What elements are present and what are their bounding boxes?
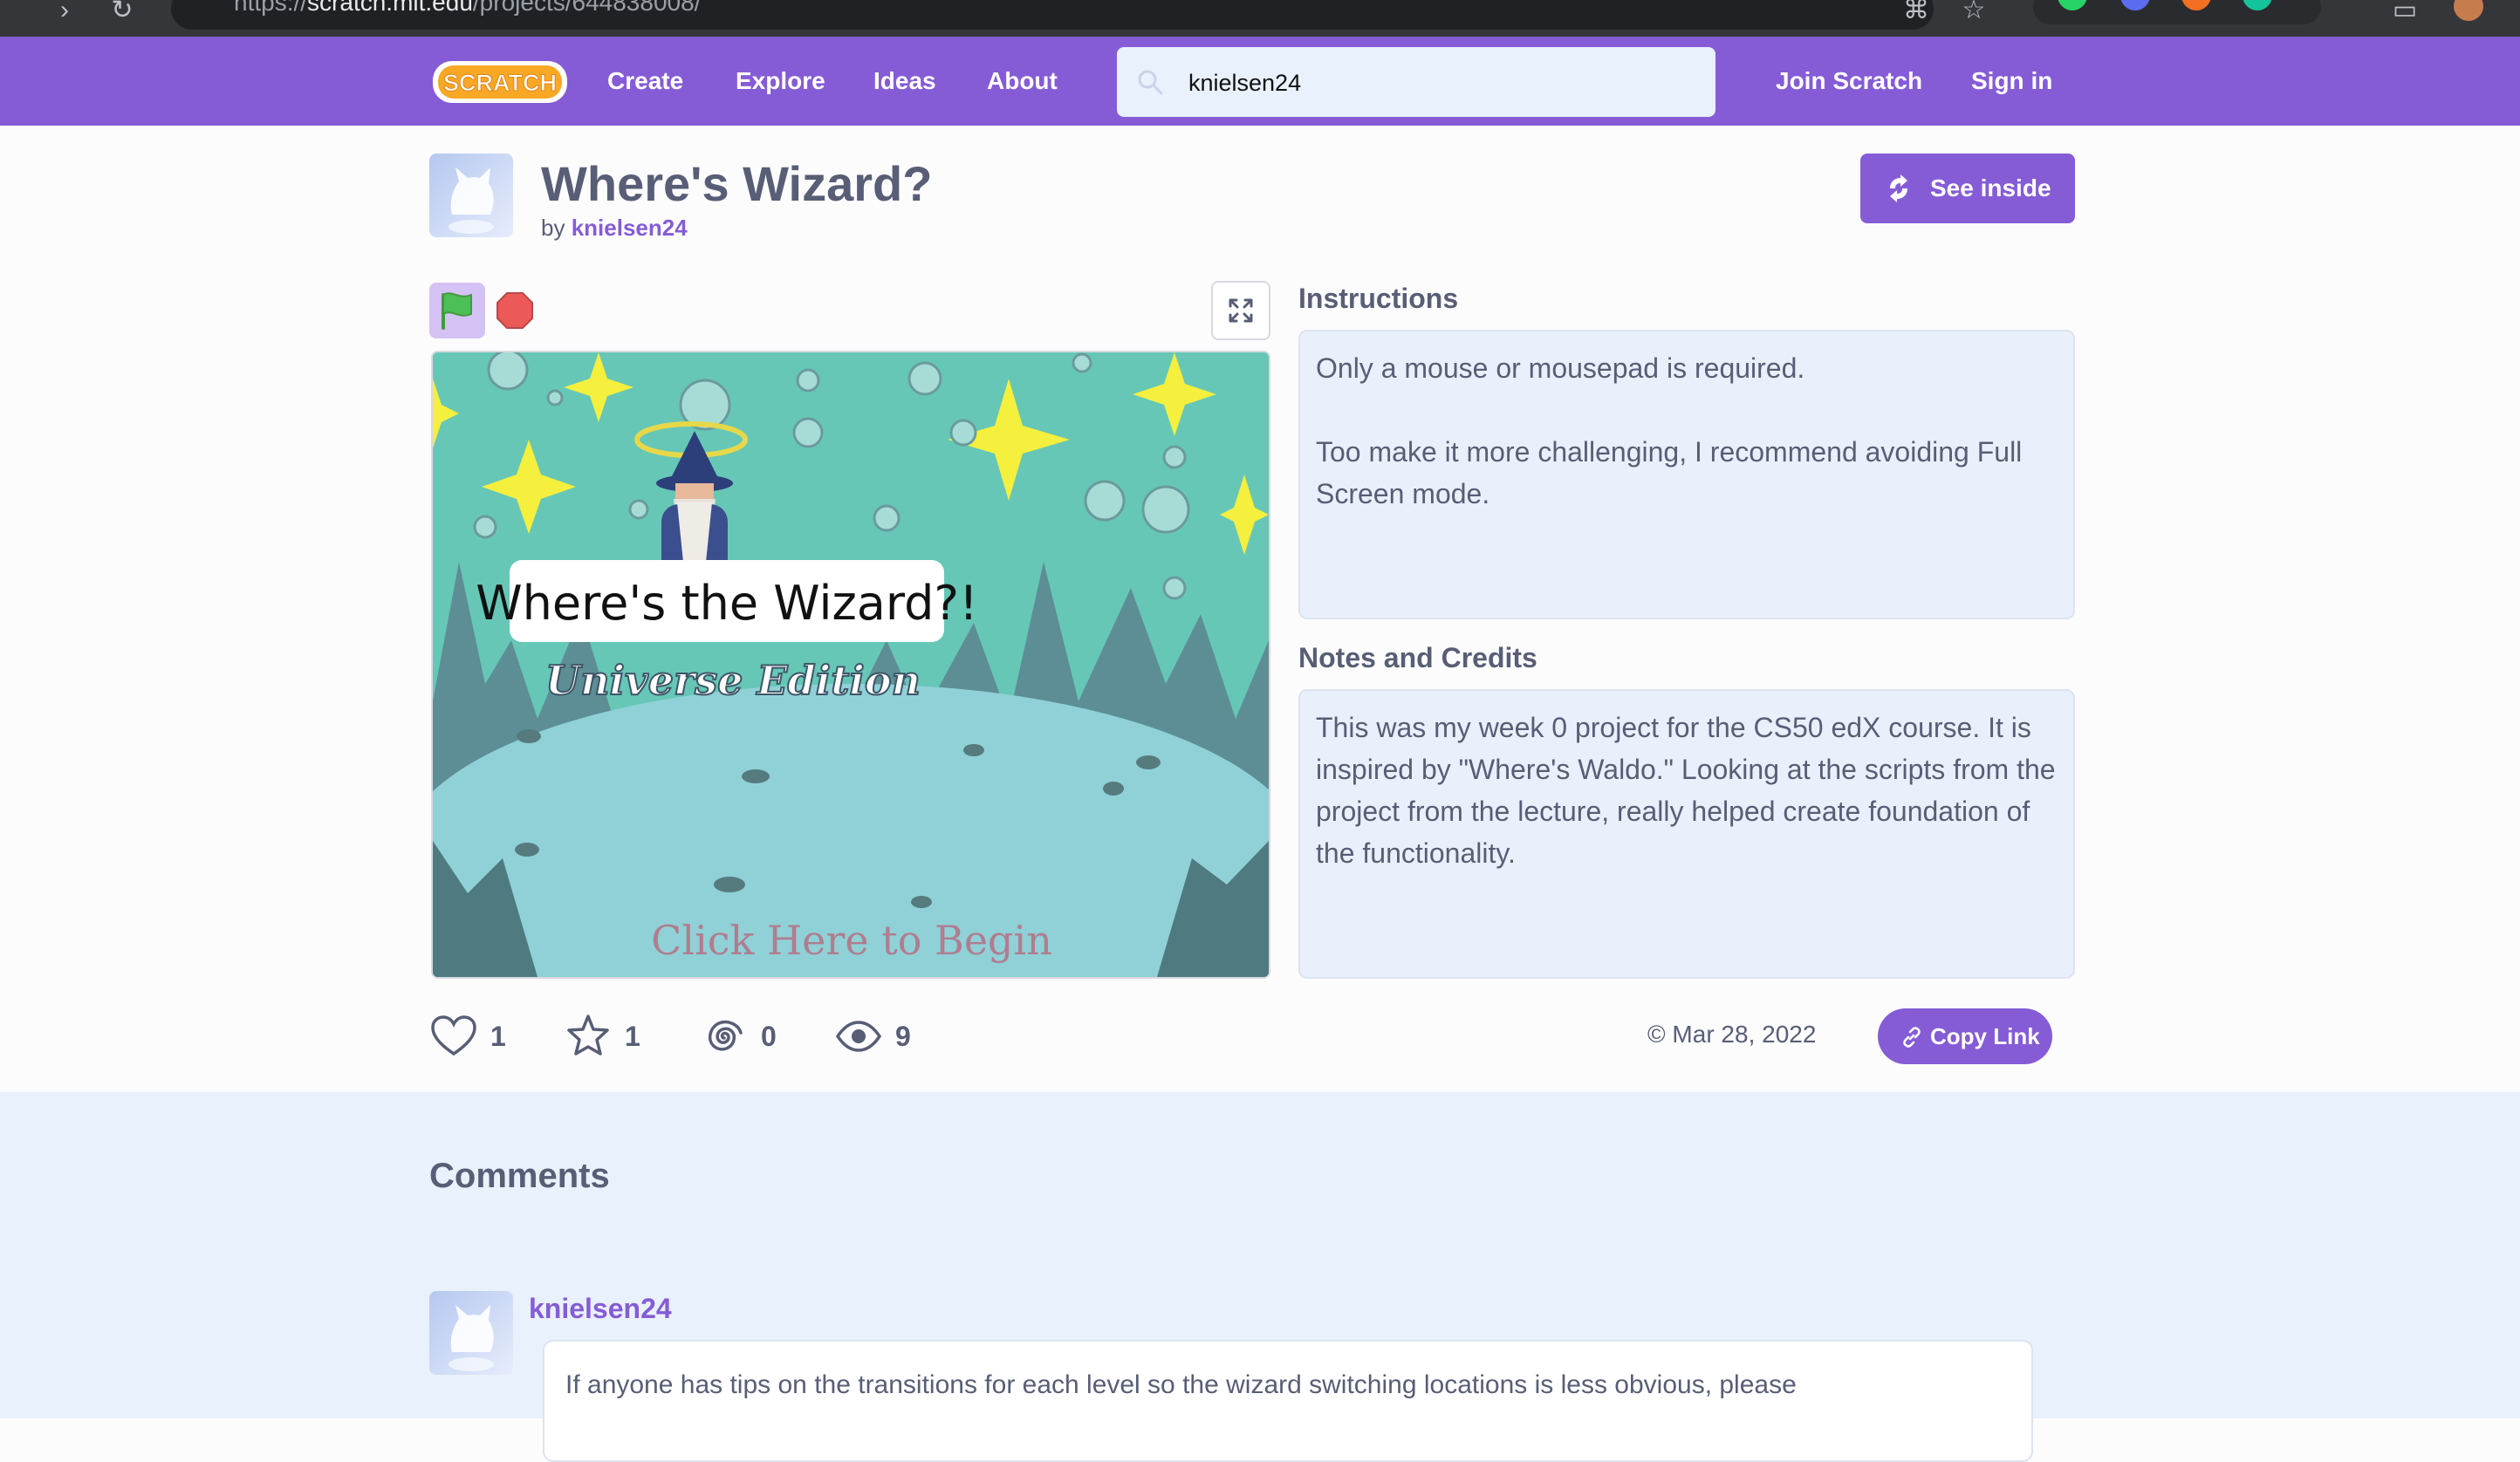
url-path: /projects/644838008/ [472,0,702,16]
cat-icon [449,1305,494,1371]
stop-sign-icon[interactable] [496,291,534,330]
copy-link-label: Copy Link [1930,1023,2040,1049]
fullscreen-icon [1229,298,1253,323]
views-count: 9 [895,1021,911,1052]
nav-about[interactable]: About [987,66,1058,96]
see-inside-icon [1890,174,1907,202]
star-outline-icon [567,1015,609,1056]
profile-avatar-icon[interactable] [2454,0,2483,21]
copy-link-button[interactable]: Copy Link [1878,1008,2052,1064]
date-text: Mar 28, 2022 [1672,1021,1817,1048]
orange-extension-icon[interactable] [2181,0,2211,10]
address-bar[interactable]: https://scratch.mit.edu/projects/6448380… [171,0,1934,30]
join-scratch-link[interactable]: Join Scratch [1776,66,1922,96]
fullscreen-button[interactable] [1211,281,1270,340]
remix-count: 0 [761,1021,777,1052]
instructions-paragraph: Only a mouse or mousepad is required. [1316,352,1805,384]
green-flag-icon [442,292,472,330]
link-icon [1903,1027,1921,1048]
nav-ideas[interactable]: Ideas [873,66,936,96]
sign-in-link[interactable]: Sign in [1971,66,2052,96]
remix-spiral-icon [708,1020,743,1051]
see-inside-label: See inside [1930,174,2051,202]
nav-create[interactable]: Create [607,66,683,96]
url-prefix: https:// [234,0,308,16]
nav-explore[interactable]: Explore [736,66,825,96]
author-avatar[interactable] [429,154,513,237]
stage-subtitle-text: Universe Edition [545,657,921,704]
notes-text: This was my week 0 project for the CS50 … [1316,712,2056,869]
notes-heading: Notes and Credits [1298,642,1537,673]
comments-heading: Comments [429,1157,610,1195]
see-inside-button[interactable]: See inside [1860,154,2075,223]
bookmark-star-icon[interactable]: ☆ [1958,0,1989,26]
stage-cta-text[interactable]: Click Here to Begin [651,917,1052,964]
notes-panel: This was my week 0 project for the CS50 … [1298,689,2075,979]
scratch-logo[interactable]: SCRATCH [431,58,569,106]
reload-icon[interactable]: ↻ [106,0,138,26]
svg-text:SCRATCH: SCRATCH [443,70,557,96]
heart-icon [431,1015,476,1056]
grammarly-extension-icon[interactable] [2243,0,2272,10]
browser-toolbar: › ↻ https://scratch.mit.edu/projects/644… [0,0,2520,37]
project-date: © Mar 28, 2022 [1647,1021,1816,1049]
author-link[interactable]: knielsen24 [572,215,688,241]
url-host: scratch.mit.edu [307,0,473,16]
window-icon[interactable]: ▭ [2389,0,2421,26]
comment-text: If anyone has tips on the transitions fo… [543,1340,2033,1462]
commenter-avatar[interactable] [429,1291,513,1375]
extensions-group [2033,0,2321,24]
whatsapp-extension-icon[interactable] [2058,0,2087,10]
project-stage[interactable]: Where's the Wizard?! Universe Edition Cl… [431,351,1270,979]
stage-title-text: Where's the Wizard?! [476,576,978,631]
search-icon [1138,70,1163,95]
instructions-panel: Only a mouse or mousepad is required. To… [1298,330,2075,619]
translate-icon[interactable]: ⌘ [1900,0,1932,26]
eye-icon [835,1021,882,1052]
love-count: 1 [490,1021,506,1052]
search-input[interactable] [1187,47,1696,119]
green-flag-button[interactable] [429,283,485,338]
by-label: by [541,215,565,241]
search-bar [1117,47,1715,119]
cat-icon [449,167,494,234]
forward-icon[interactable]: › [49,0,80,26]
comment-username[interactable]: knielsen24 [529,1293,672,1325]
instructions-heading: Instructions [1298,283,1459,314]
project-byline: by knielsen24 [541,215,688,242]
link-extension-icon[interactable] [2120,0,2150,10]
project-title: Where's Wizard? [541,156,933,211]
stage-artwork: Where's the Wizard?! Universe Edition Cl… [433,352,1269,977]
copyright-icon: © [1647,1021,1673,1048]
scratch-menubar: SCRATCH Create Explore Ideas About Join … [0,37,2520,126]
instructions-paragraph: Too make it more challenging, I recommen… [1316,436,2023,509]
favorite-count: 1 [625,1021,640,1052]
